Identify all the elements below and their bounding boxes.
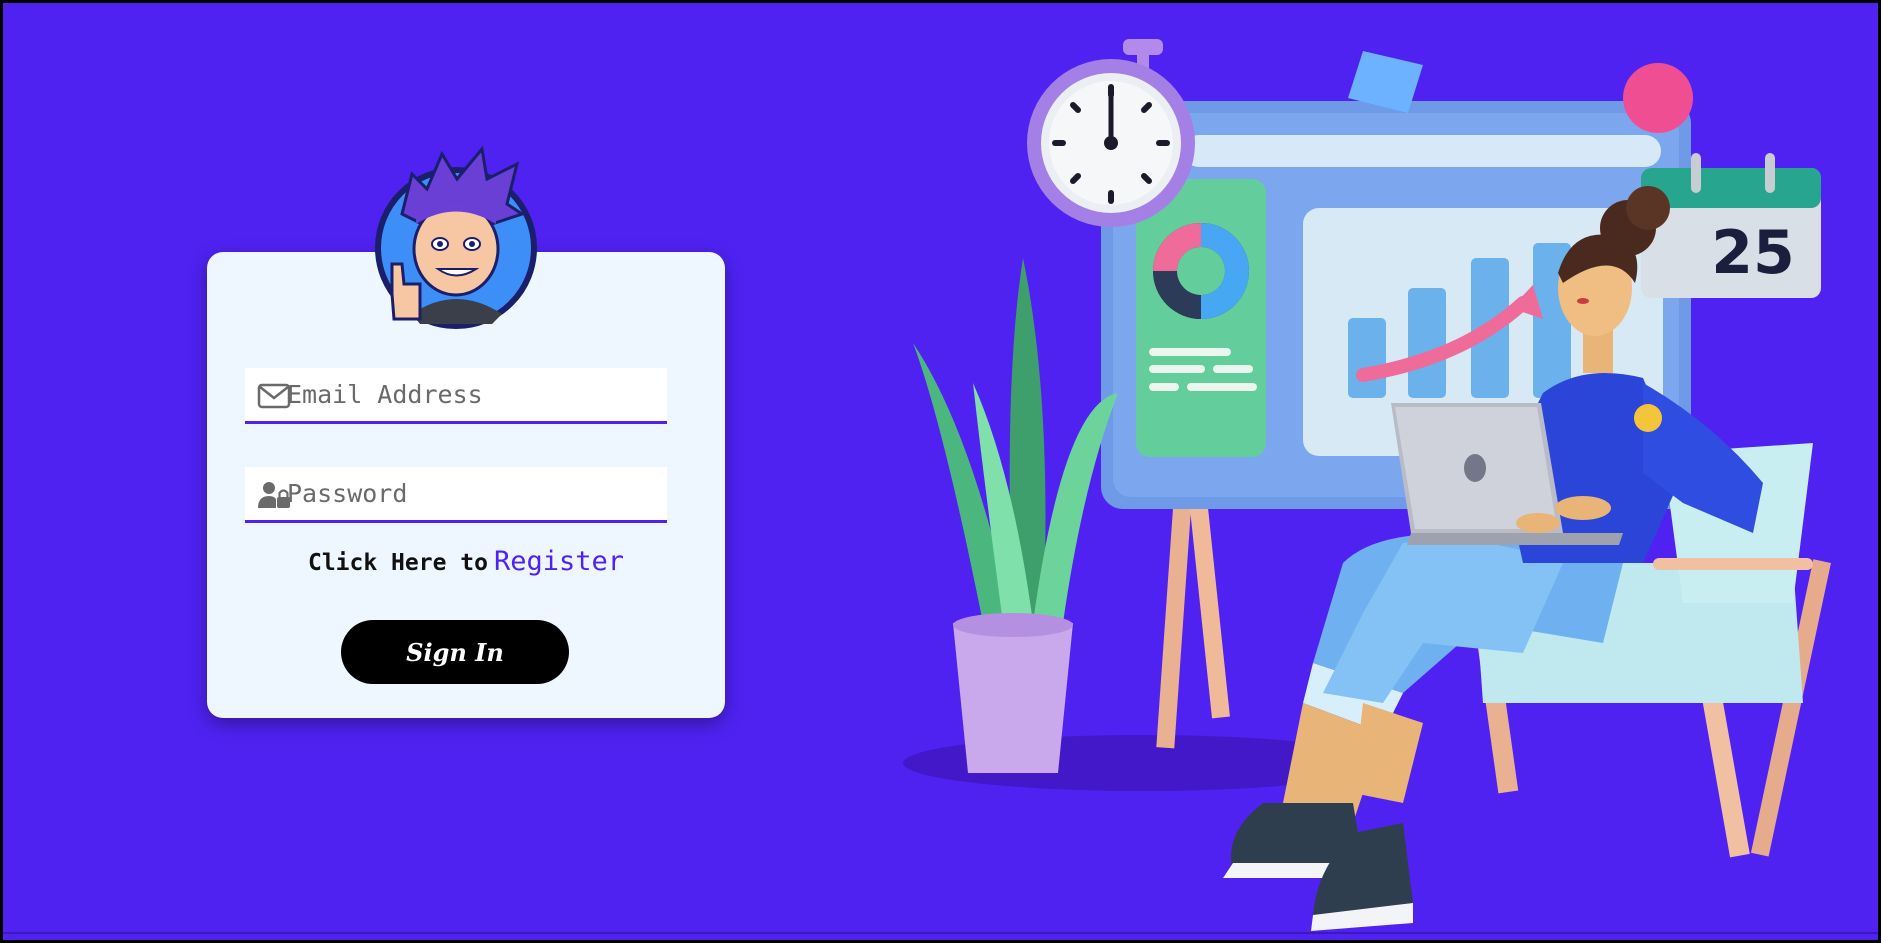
password-field[interactable]	[245, 467, 667, 523]
register-link[interactable]: Register	[494, 546, 624, 577]
login-card: Click Here toRegister Sign In	[207, 145, 725, 718]
envelope-icon	[257, 383, 291, 409]
calendar-day: 25	[1711, 218, 1795, 288]
password-input[interactable]	[287, 467, 657, 520]
avatar-icon	[375, 145, 537, 329]
sign-in-button[interactable]: Sign In	[341, 620, 569, 684]
dashboard-illustration: 25	[903, 39, 1831, 931]
email-input[interactable]	[287, 368, 657, 421]
register-prefix: Click Here to	[307, 550, 488, 576]
bottom-divider	[3, 932, 1878, 934]
register-row: Click Here to Register	[207, 546, 725, 577]
page-frame: Click Here toRegister Sign In	[3, 3, 1878, 940]
email-field[interactable]	[245, 368, 667, 424]
user-lock-icon	[258, 482, 290, 508]
